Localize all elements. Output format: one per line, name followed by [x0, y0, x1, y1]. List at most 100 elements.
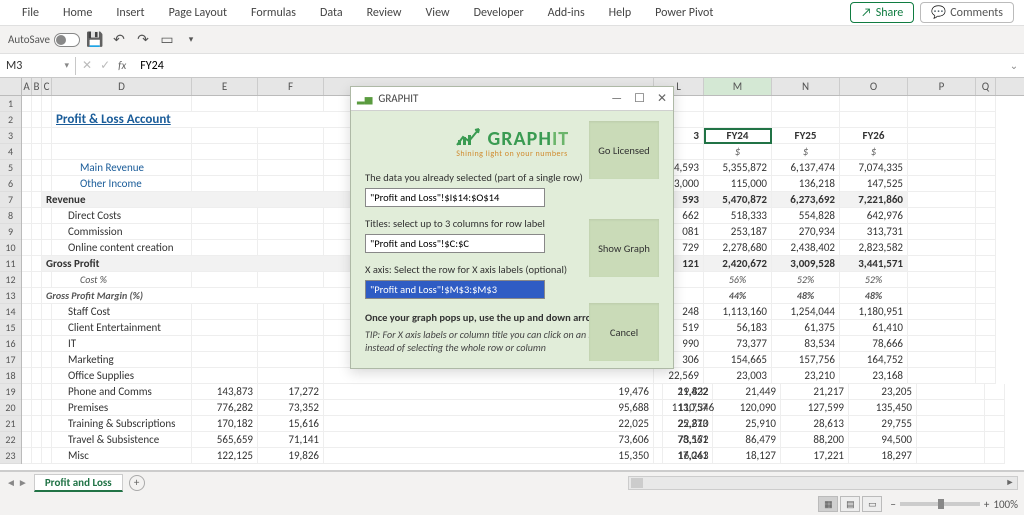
cell[interactable] — [908, 112, 976, 128]
cell[interactable]: 23,210 — [772, 368, 840, 384]
cell[interactable]: FY26 — [840, 128, 908, 144]
cell[interactable] — [42, 400, 52, 416]
cell[interactable] — [976, 208, 996, 224]
cell[interactable]: 170,182 — [192, 416, 258, 432]
cell[interactable] — [908, 304, 976, 320]
cell[interactable]: 642,976 — [840, 208, 908, 224]
cell[interactable] — [192, 160, 258, 176]
cell[interactable] — [52, 144, 192, 160]
redo-icon[interactable]: ↷ — [134, 31, 152, 49]
cell[interactable] — [192, 96, 258, 112]
cell[interactable] — [42, 272, 52, 288]
cell[interactable]: 2,438,402 — [772, 240, 840, 256]
row-header[interactable]: 4 — [0, 144, 21, 160]
cell[interactable] — [32, 304, 42, 320]
cell[interactable] — [908, 128, 976, 144]
cell[interactable]: $ — [772, 144, 840, 160]
cell[interactable] — [32, 256, 42, 272]
cell[interactable] — [32, 144, 42, 160]
cell[interactable]: 15,350 — [324, 448, 654, 464]
go-licensed-button[interactable]: Go Licensed — [589, 121, 659, 179]
cell[interactable]: 5,355,872 — [704, 160, 772, 176]
cell[interactable] — [908, 160, 976, 176]
cell[interactable]: 56% — [704, 272, 772, 288]
cell[interactable]: Direct Costs — [52, 208, 192, 224]
cell[interactable]: Travel & Subsistence — [52, 432, 192, 448]
cell[interactable] — [32, 240, 42, 256]
cell[interactable] — [908, 336, 976, 352]
column-header[interactable]: E — [192, 78, 258, 95]
cell[interactable] — [192, 272, 258, 288]
cell[interactable]: 2,420,672 — [704, 256, 772, 272]
cell[interactable] — [258, 96, 324, 112]
cell[interactable] — [32, 336, 42, 352]
row-header[interactable]: 10 — [0, 240, 21, 256]
cell[interactable] — [42, 384, 52, 400]
zoom-control[interactable]: − + 100% — [890, 498, 1018, 511]
customize-qat-icon[interactable]: ▾ — [182, 31, 200, 49]
cell[interactable] — [258, 368, 324, 384]
cell[interactable] — [42, 240, 52, 256]
cell[interactable] — [42, 144, 52, 160]
row-header[interactable]: 8 — [0, 208, 21, 224]
cell[interactable] — [908, 176, 976, 192]
cell[interactable] — [32, 96, 42, 112]
cell[interactable] — [22, 368, 32, 384]
cell[interactable] — [22, 160, 32, 176]
cell[interactable]: 73,352 — [258, 400, 324, 416]
maximize-icon[interactable]: ☐ — [634, 91, 645, 106]
cell[interactable]: 44% — [704, 288, 772, 304]
close-icon[interactable]: ✕ — [657, 91, 667, 106]
cell[interactable] — [908, 272, 976, 288]
cell[interactable] — [258, 208, 324, 224]
row-headers[interactable]: 1234567891011121314151617181920212223 — [0, 96, 22, 464]
cell[interactable] — [22, 336, 32, 352]
cell[interactable]: Online content creation — [52, 240, 192, 256]
cell[interactable] — [42, 128, 52, 144]
normal-view-button[interactable]: ▦ — [818, 496, 838, 512]
ribbon-tab-page-layout[interactable]: Page Layout — [157, 2, 239, 24]
cell[interactable]: 143,873 — [192, 384, 258, 400]
cell[interactable] — [976, 96, 996, 112]
cell[interactable]: Misc — [52, 448, 192, 464]
cell[interactable]: 73,377 — [704, 336, 772, 352]
cell[interactable] — [22, 128, 32, 144]
cell[interactable] — [192, 144, 258, 160]
cell[interactable]: 48% — [840, 288, 908, 304]
cell[interactable] — [32, 400, 42, 416]
row-header[interactable]: 20 — [0, 400, 21, 416]
cell[interactable] — [42, 304, 52, 320]
cell[interactable]: 554,828 — [772, 208, 840, 224]
cell[interactable]: 154,665 — [704, 352, 772, 368]
cell[interactable] — [258, 336, 324, 352]
expand-formula-bar-icon[interactable]: ⌄ — [1004, 59, 1024, 72]
cell[interactable] — [32, 176, 42, 192]
show-graph-button[interactable]: Show Graph — [589, 219, 659, 277]
cell[interactable]: 122,125 — [192, 448, 258, 464]
ribbon-tab-insert[interactable]: Insert — [104, 2, 156, 24]
cell[interactable] — [42, 432, 52, 448]
cell[interactable] — [976, 336, 996, 352]
cell[interactable]: 71,141 — [258, 432, 324, 448]
ribbon-tab-add-ins[interactable]: Add-ins — [536, 2, 597, 24]
cell[interactable] — [32, 272, 42, 288]
cell[interactable]: 313,731 — [840, 224, 908, 240]
cell[interactable]: 83,534 — [772, 336, 840, 352]
cell[interactable] — [192, 176, 258, 192]
cell[interactable] — [192, 224, 258, 240]
cell[interactable] — [772, 96, 840, 112]
cell[interactable]: 61,410 — [840, 320, 908, 336]
cell[interactable]: 73,606 — [324, 432, 654, 448]
cell[interactable] — [772, 112, 840, 128]
cell[interactable] — [704, 96, 772, 112]
cell[interactable] — [258, 128, 324, 144]
column-header[interactable]: N — [772, 78, 840, 95]
horizontal-scrollbar[interactable]: ◄ ► — [628, 476, 1018, 490]
cell[interactable] — [976, 128, 996, 144]
page-break-view-button[interactable]: ▭ — [862, 496, 882, 512]
cell[interactable]: 78,666 — [840, 336, 908, 352]
row-header[interactable]: 14 — [0, 304, 21, 320]
cell[interactable]: 270,934 — [772, 224, 840, 240]
cell[interactable] — [917, 448, 985, 464]
cell[interactable] — [258, 144, 324, 160]
